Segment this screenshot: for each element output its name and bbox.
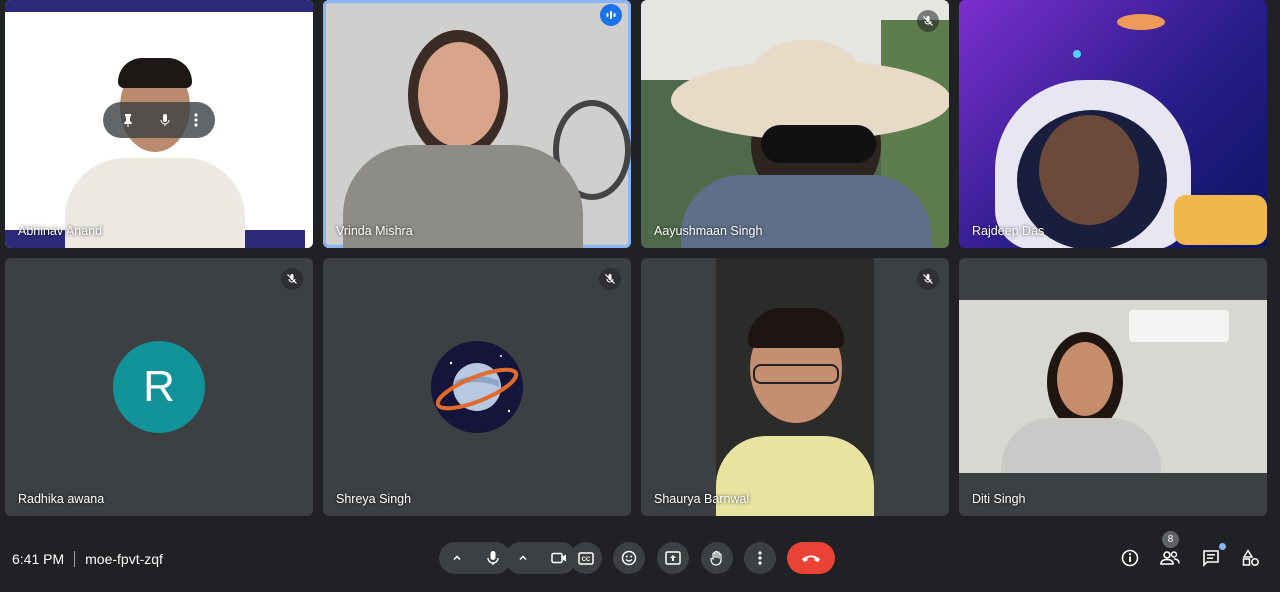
mic-off-icon: [281, 268, 303, 290]
video-aayushmaan: [641, 0, 949, 248]
participant-tile-shaurya[interactable]: Shaurya Barnwal: [641, 258, 949, 516]
participant-name: Abhinav Anand: [18, 224, 103, 238]
participant-name: Aayushmaan Singh: [654, 224, 763, 238]
mic-off-icon: [917, 10, 939, 32]
meeting-code: moe-fpvt-zqf: [85, 551, 163, 567]
video-rajdeep: [959, 0, 1267, 248]
leave-call-button[interactable]: [787, 542, 835, 574]
participant-tile-shreya[interactable]: Shreya Singh: [323, 258, 631, 516]
info-icon: [1121, 549, 1139, 567]
present-icon: [665, 551, 681, 565]
camera-control: [505, 542, 577, 574]
mic-off-icon: [917, 268, 939, 290]
svg-text:CC: CC: [582, 557, 591, 563]
participant-tile-diti[interactable]: Diti Singh: [959, 258, 1267, 516]
activities-icon: [1242, 549, 1260, 567]
more-options-icon[interactable]: [194, 112, 198, 128]
chat-button[interactable]: [1200, 543, 1226, 569]
more-options-button[interactable]: [744, 542, 776, 574]
video-options-chevron-icon[interactable]: [505, 542, 541, 574]
raise-hand-button[interactable]: [701, 542, 733, 574]
video-shaurya: [716, 258, 874, 516]
captions-button[interactable]: CC: [570, 542, 602, 574]
meeting-info: 6:41 PM moe-fpvt-zqf: [12, 551, 163, 567]
participant-name: Shaurya Barnwal: [654, 492, 750, 506]
video-diti: [959, 300, 1267, 473]
hang-up-icon: [801, 553, 821, 563]
participant-name: Radhika awana: [18, 492, 105, 506]
tile-hover-menu: [103, 102, 215, 138]
more-vert-icon: [758, 550, 762, 566]
avatar: [431, 341, 523, 433]
participant-tile-abhinav[interactable]: Abhinav Anand: [5, 0, 313, 248]
speaking-indicator-icon: [600, 4, 622, 26]
participant-tile-aayushmaan[interactable]: Aayushmaan Singh: [641, 0, 949, 248]
captions-icon: CC: [578, 551, 594, 565]
chat-icon: [1202, 549, 1220, 567]
people-icon: [1160, 550, 1180, 566]
video-vrinda: [323, 0, 631, 248]
microphone-control: [439, 542, 511, 574]
mic-muted-icon[interactable]: [157, 112, 173, 128]
people-button[interactable]: 8: [1159, 531, 1181, 569]
participant-name: Shreya Singh: [336, 492, 412, 506]
avatar: R: [113, 341, 205, 433]
people-count-badge: 8: [1162, 531, 1179, 548]
participant-name: Rajdeep Das: [972, 224, 1045, 238]
participant-tile-vrinda[interactable]: Vrinda Mishra: [323, 0, 631, 248]
unread-dot: [1219, 543, 1226, 550]
emoji-icon: [621, 550, 637, 566]
present-screen-button[interactable]: [657, 542, 689, 574]
participant-tile-radhika[interactable]: R Radhika awana: [5, 258, 313, 516]
meeting-details-button[interactable]: [1119, 547, 1141, 569]
participant-name: Diti Singh: [972, 492, 1026, 506]
mic-off-icon: [599, 268, 621, 290]
divider: [74, 551, 76, 567]
audio-options-chevron-icon[interactable]: [439, 542, 475, 574]
meeting-time: 6:41 PM: [12, 551, 65, 567]
participant-tile-rajdeep[interactable]: Rajdeep Das: [959, 0, 1267, 248]
activities-button[interactable]: [1240, 547, 1262, 569]
pin-icon[interactable]: [120, 112, 136, 128]
participant-name: Vrinda Mishra: [336, 224, 413, 238]
control-bar: 6:41 PM moe-fpvt-zqf CC 8: [0, 526, 1280, 592]
reactions-button[interactable]: [613, 542, 645, 574]
hand-icon: [710, 550, 724, 566]
